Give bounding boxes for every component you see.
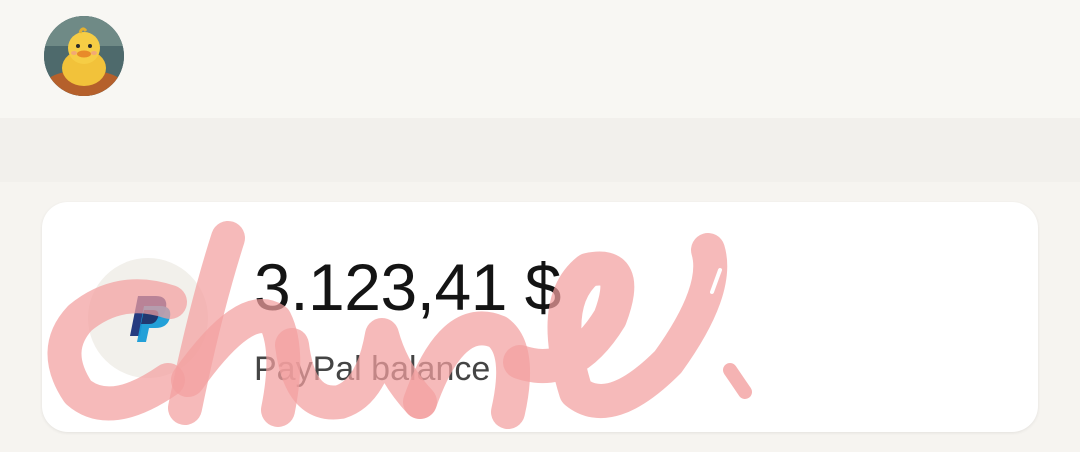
top-bar	[0, 0, 1080, 118]
header-spacer	[0, 118, 1080, 182]
profile-avatar[interactable]	[44, 16, 124, 96]
balance-amount: 3.123,41 $	[254, 250, 561, 324]
paypal-logo-badge	[88, 258, 208, 378]
duck-avatar-icon	[44, 16, 124, 96]
paypal-logo-icon	[130, 296, 171, 342]
paypal-balance-card[interactable]: 3.123,41 $ PayPal balance	[42, 202, 1038, 432]
balance-label: PayPal balance	[254, 350, 491, 388]
